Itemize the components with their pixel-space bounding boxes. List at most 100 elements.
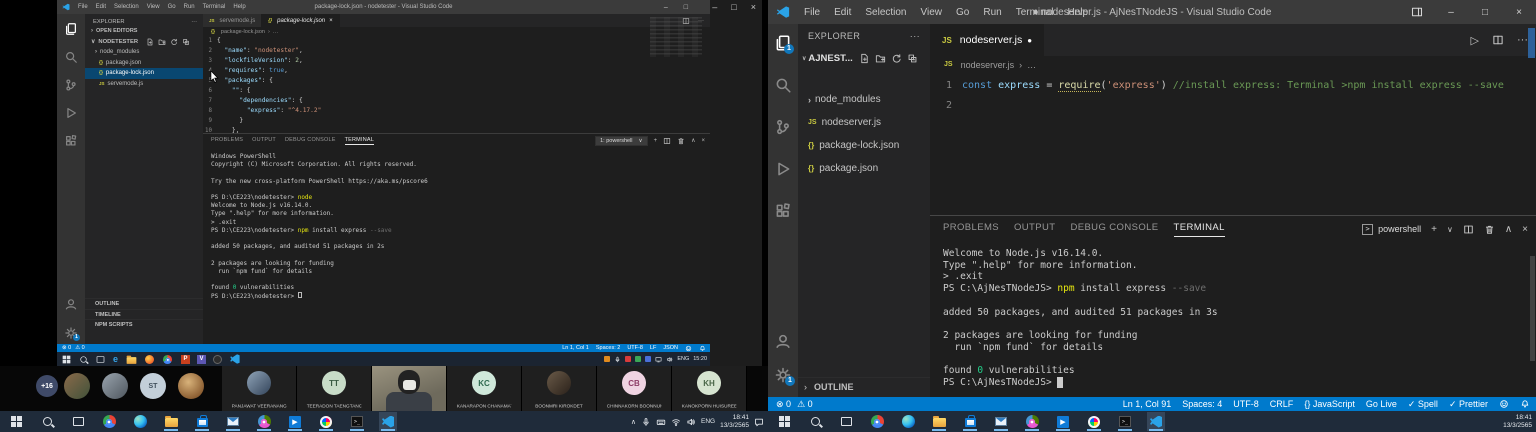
menu-item[interactable]: Selection [858, 7, 913, 18]
microphone-tray-icon[interactable] [641, 417, 651, 427]
file-item-nodeserver-js[interactable]: JS nodeserver.js [798, 111, 930, 134]
minimize-button[interactable]: – [664, 4, 668, 11]
status-item[interactable]: JSON [663, 345, 678, 351]
store-taskbar-icon[interactable] [193, 412, 211, 431]
split-terminal-icon[interactable] [663, 137, 671, 145]
panel-tab[interactable]: TERMINAL [1174, 222, 1225, 237]
run-file-icon[interactable]: ▷ [1471, 34, 1479, 47]
vscode-taskbar-icon[interactable] [1147, 412, 1165, 431]
chrome-taskbar-icon[interactable] [868, 412, 886, 431]
minimap[interactable] [650, 17, 702, 57]
participant-avatar[interactable] [64, 373, 90, 399]
menu-item[interactable]: Help [229, 4, 249, 10]
vscode-taskbar-icon[interactable] [230, 354, 240, 364]
status-item[interactable]: {} JavaScript [1304, 399, 1355, 410]
participant-tile[interactable]: KH KANOKPORN HUISUREE [672, 366, 747, 411]
feedback-smiley-icon[interactable] [685, 345, 692, 352]
menu-item[interactable]: File [797, 7, 827, 18]
vscode-taskbar-icon[interactable] [379, 412, 397, 431]
sidebar-section[interactable]: NPM SCRIPTS [85, 319, 203, 330]
collapse-all-icon[interactable] [907, 53, 918, 64]
participant-avatar[interactable] [178, 373, 204, 399]
task-view-button[interactable] [837, 412, 855, 431]
tray-app-icon[interactable] [635, 356, 641, 362]
search-icon[interactable] [64, 50, 78, 64]
explorer-more-icon[interactable]: ··· [910, 31, 930, 41]
tab-nodeserver-js[interactable]: JS nodeserver.js ● [930, 24, 1044, 56]
overflow-participants-avatar[interactable]: +16 [36, 375, 58, 397]
terminal-taskbar-icon[interactable]: >_ [1116, 412, 1134, 431]
feedback-smiley-icon[interactable] [1499, 399, 1509, 409]
participant-video-tile[interactable] [372, 366, 447, 411]
search-icon[interactable] [774, 76, 792, 94]
split-editor-icon[interactable] [1492, 34, 1504, 46]
mail-taskbar-icon[interactable] [992, 412, 1010, 431]
participant-tile[interactable]: TT TEERADON TAENGTANG [297, 366, 372, 411]
tab-package-lock-json[interactable]: {} package-lock.json × [262, 14, 339, 27]
menu-item[interactable]: View [143, 4, 164, 10]
run-debug-icon[interactable] [774, 160, 792, 178]
tray-app-icon[interactable] [645, 356, 651, 362]
source-control-icon[interactable] [64, 78, 78, 92]
firefox-icon[interactable] [145, 355, 154, 364]
panel-tab[interactable]: DEBUG CONSOLE [1070, 222, 1158, 237]
menu-item[interactable]: Selection [110, 4, 143, 10]
participant-tile[interactable]: PANJAWAT VEERANANGUAN [222, 366, 297, 411]
search-button[interactable] [38, 412, 56, 431]
task-view-button[interactable] [69, 412, 87, 431]
powerpoint-icon[interactable]: P [181, 355, 190, 364]
warnings-indicator[interactable]: ⚠ 0 [797, 399, 813, 410]
minimize-button[interactable]: – [1434, 0, 1468, 24]
breadcrumb[interactable]: {} package-lock.json › … [203, 27, 710, 36]
participant-tile[interactable]: BOONMRI KIROKDET [522, 366, 597, 411]
paint3d-taskbar-icon[interactable] [317, 412, 335, 431]
file-explorer-taskbar-icon[interactable] [162, 412, 180, 431]
menu-item[interactable]: Terminal [199, 4, 230, 10]
clock[interactable]: 18:41 13/3/2565 [720, 414, 749, 430]
more-actions-icon[interactable]: ··· [1517, 34, 1528, 46]
maximize-button[interactable]: □ [1468, 0, 1502, 24]
code-area[interactable]: 1{2 "name": "nodetester",3 "lockfileVers… [203, 36, 710, 133]
tab-servemode-js[interactable]: JS servemode.js [203, 14, 262, 27]
movies-taskbar-icon[interactable]: ▶ [1054, 412, 1072, 431]
status-item[interactable]: Spaces: 2 [596, 345, 620, 351]
participant-avatar-st[interactable]: ST [140, 373, 166, 399]
breadcrumb[interactable]: JS nodeserver.js › … [930, 56, 1536, 73]
panel-tab[interactable]: TERMINAL [345, 137, 374, 145]
status-item[interactable]: Spaces: 4 [1182, 399, 1222, 410]
terminal-taskbar-icon[interactable]: >_ [348, 412, 366, 431]
status-item[interactable]: Ln 1, Col 1 [562, 345, 589, 351]
explorer-more-icon[interactable]: ··· [191, 19, 197, 25]
action-center-icon[interactable] [754, 417, 764, 427]
terminal-scrollbar[interactable] [1530, 256, 1535, 361]
menu-item[interactable]: Go [949, 7, 976, 18]
folder-section-ajnestnodejs[interactable]: ∨ AJNEST... [798, 48, 930, 68]
close-panel-icon[interactable]: × [1522, 224, 1528, 235]
language-indicator[interactable]: ENG [677, 356, 689, 362]
source-control-icon[interactable] [774, 118, 792, 136]
menu-item[interactable]: Run [180, 4, 199, 10]
tray-app-icon[interactable] [625, 356, 631, 362]
browser-profile-taskbar-icon[interactable] [255, 412, 273, 431]
status-item[interactable]: CRLF [1270, 399, 1294, 410]
new-file-icon[interactable] [859, 53, 870, 64]
extensions-icon[interactable] [64, 134, 78, 148]
status-item[interactable]: UTF-8 [627, 345, 643, 351]
kill-terminal-icon[interactable] [677, 137, 685, 145]
chevron-down-icon[interactable]: ∨ [1447, 225, 1453, 234]
tab-close-icon[interactable]: × [329, 18, 333, 24]
participant-tile[interactable]: CB CHINNAKORN BOONNUMRUNG [597, 366, 672, 411]
panel-tab[interactable]: PROBLEMS [943, 222, 999, 237]
extensions-icon[interactable] [774, 202, 792, 220]
file-item-package-lock-json[interactable]: {} package-lock.json [798, 134, 930, 157]
search-button[interactable] [806, 412, 824, 431]
accounts-icon[interactable] [64, 297, 78, 311]
close-panel-icon[interactable]: × [701, 138, 705, 144]
menu-item[interactable]: Go [164, 4, 180, 10]
volume-tray-icon[interactable] [666, 356, 673, 363]
refresh-icon[interactable] [891, 53, 902, 64]
chrome-icon[interactable] [163, 354, 172, 363]
kill-terminal-icon[interactable] [1484, 224, 1495, 235]
movies-taskbar-icon[interactable]: ▶ [286, 412, 304, 431]
unsaved-dot-icon[interactable]: ● [1027, 36, 1032, 45]
